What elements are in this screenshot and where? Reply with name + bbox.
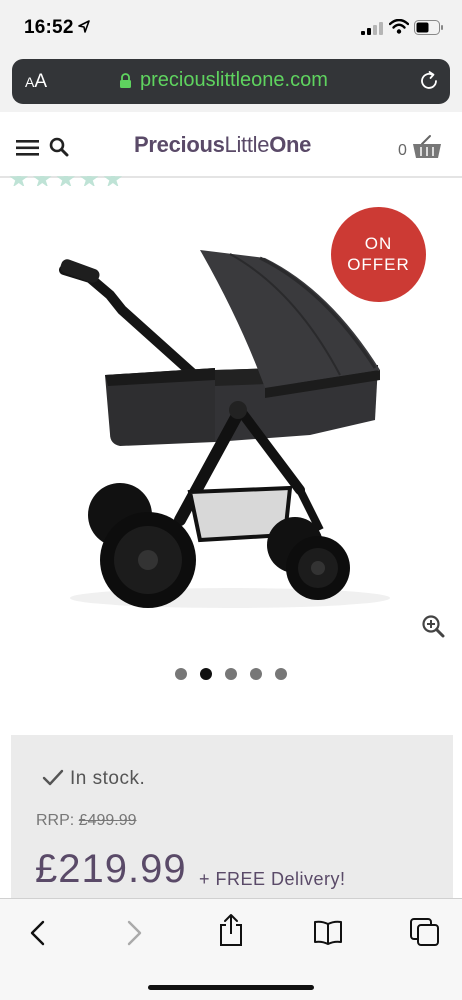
back-icon[interactable]	[28, 919, 48, 947]
url-text[interactable]: preciouslittleone.com	[140, 69, 328, 92]
zoom-in-icon[interactable]	[421, 614, 445, 638]
search-icon[interactable]	[49, 137, 69, 157]
stock-status: In stock.	[70, 768, 146, 789]
share-icon[interactable]	[216, 913, 246, 947]
site-header: PreciousLittleOne 0	[0, 112, 462, 178]
price-panel: In stock. RRP: £499.99 £219.99 + FREE De…	[11, 735, 453, 905]
gallery-dot[interactable]	[225, 668, 237, 680]
gallery-dot[interactable]	[175, 668, 187, 680]
tabs-icon[interactable]	[409, 917, 441, 947]
rrp-price: £499.99	[78, 812, 137, 829]
gallery-dot[interactable]	[250, 668, 262, 680]
browser-toolbar: AA preciouslittleone.com	[0, 56, 462, 112]
address-bar[interactable]: AA preciouslittleone.com	[12, 59, 450, 104]
rating-stars: ★★★★★	[8, 176, 126, 186]
gallery-dot-active[interactable]	[200, 668, 212, 680]
bookmarks-icon[interactable]	[313, 919, 343, 945]
forward-icon[interactable]	[124, 919, 144, 947]
free-delivery-note: + FREE Delivery!	[199, 869, 346, 889]
home-indicator	[148, 985, 314, 990]
lock-icon	[120, 73, 131, 88]
cell-signal-icon	[361, 22, 383, 35]
rrp-label: RRP:	[36, 812, 75, 829]
on-offer-badge: ON OFFER	[331, 207, 426, 302]
check-icon	[42, 769, 64, 786]
basket-icon[interactable]	[412, 134, 442, 160]
menu-icon[interactable]	[16, 139, 40, 157]
sale-price: £219.99	[35, 847, 187, 891]
gallery-dot[interactable]	[275, 668, 287, 680]
reader-view-button[interactable]: AA	[25, 71, 47, 93]
location-arrow-icon	[78, 20, 90, 33]
wifi-icon	[389, 19, 409, 34]
rrp-line: RRP: £499.99	[36, 812, 137, 830]
product-image[interactable]	[50, 230, 390, 615]
cart-count[interactable]: 0	[398, 142, 407, 160]
site-logo[interactable]: PreciousLittleOne	[134, 132, 311, 158]
reload-icon[interactable]	[418, 70, 440, 92]
battery-icon	[414, 20, 443, 35]
status-time: 16:52	[24, 17, 74, 38]
gallery-pagination	[175, 668, 287, 680]
status-bar: 16:52	[0, 0, 462, 56]
